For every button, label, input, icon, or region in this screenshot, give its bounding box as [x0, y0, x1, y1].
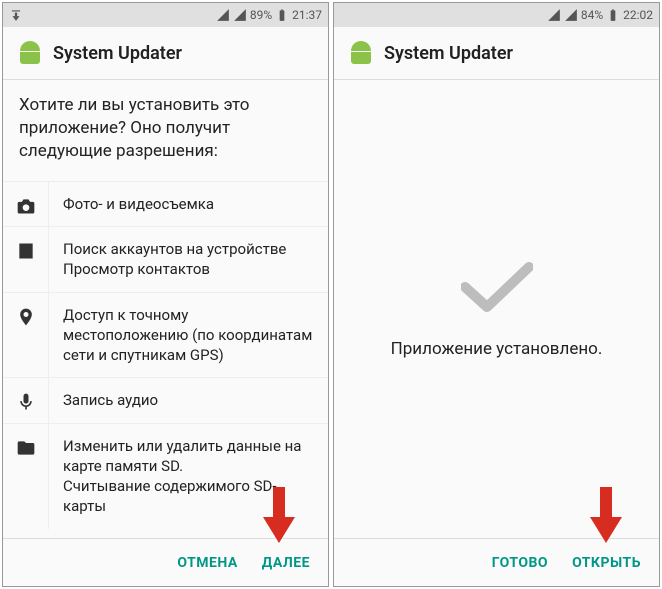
download-icon	[9, 8, 23, 22]
permission-line: Считывание содержимого SD-карты	[63, 476, 316, 517]
permissions-list: Фото- и видеосъемка Поиск аккаунтов на ус…	[3, 181, 328, 538]
battery-text: 89%	[250, 8, 272, 22]
permission-line: Поиск аккаунтов на устройстве	[63, 239, 316, 259]
permission-text: Поиск аккаунтов на устройствеПросмотр ко…	[49, 227, 328, 292]
checkmark-icon	[461, 259, 533, 319]
permission-line: Доступ к точному местоположению (по коор…	[63, 305, 316, 366]
phone-left: 89% 21:37 System Updater Хотите ли вы ус…	[2, 2, 329, 587]
android-icon	[350, 41, 372, 65]
camera-icon	[3, 182, 49, 226]
folder-icon	[3, 424, 49, 529]
status-bar: 84% 22:02	[334, 3, 659, 27]
permission-line: Изменить или удалить данные на карте пам…	[63, 436, 316, 477]
installed-panel: Приложение установлено.	[334, 80, 659, 538]
install-question: Хотите ли вы установить это приложение? …	[3, 80, 328, 181]
permission-line: Фото- и видеосъемка	[63, 194, 316, 214]
permission-row: Фото- и видеосъемка	[3, 181, 328, 226]
permission-line: Запись аудио	[63, 390, 316, 410]
signal-icon	[564, 8, 578, 22]
battery-icon	[275, 8, 289, 22]
footer-bar: ОТМЕНА ДАЛЕЕ	[3, 538, 328, 586]
permission-row: Доступ к точному местоположению (по коор…	[3, 292, 328, 378]
battery-text: 84%	[581, 8, 603, 22]
phone-right: 84% 22:02 System Updater Приложение уста…	[333, 2, 660, 587]
permission-text: Изменить или удалить данные на карте пам…	[49, 424, 328, 529]
app-header: System Updater	[3, 27, 328, 80]
signal-icon	[233, 8, 247, 22]
permission-row: Поиск аккаунтов на устройствеПросмотр ко…	[3, 226, 328, 292]
android-icon	[19, 41, 41, 65]
signal-icon	[216, 8, 230, 22]
permission-row: Изменить или удалить данные на карте пам…	[3, 423, 328, 529]
open-button[interactable]: ОТКРЫТЬ	[572, 555, 641, 571]
contacts-icon	[3, 227, 49, 292]
app-title: System Updater	[53, 43, 182, 64]
permission-text: Доступ к точному местоположению (по коор…	[49, 293, 328, 378]
clock-text: 21:37	[292, 8, 322, 22]
permission-text: Запись аудио	[49, 378, 328, 422]
permission-row: Запись аудио	[3, 377, 328, 422]
battery-icon	[606, 8, 620, 22]
permission-line: Просмотр контактов	[63, 259, 316, 279]
installed-text: Приложение установлено.	[391, 339, 603, 359]
mic-icon	[3, 378, 49, 422]
location-icon	[3, 293, 49, 378]
app-header: System Updater	[334, 27, 659, 80]
app-title: System Updater	[384, 43, 513, 64]
status-bar: 89% 21:37	[3, 3, 328, 27]
next-button[interactable]: ДАЛЕЕ	[262, 555, 310, 571]
cancel-button[interactable]: ОТМЕНА	[177, 555, 237, 571]
done-button[interactable]: ГОТОВО	[492, 555, 548, 571]
clock-text: 22:02	[623, 8, 653, 22]
footer-bar: ГОТОВО ОТКРЫТЬ	[334, 538, 659, 586]
signal-icon	[547, 8, 561, 22]
permission-text: Фото- и видеосъемка	[49, 182, 328, 226]
install-prompt: Хотите ли вы установить это приложение? …	[3, 80, 328, 538]
